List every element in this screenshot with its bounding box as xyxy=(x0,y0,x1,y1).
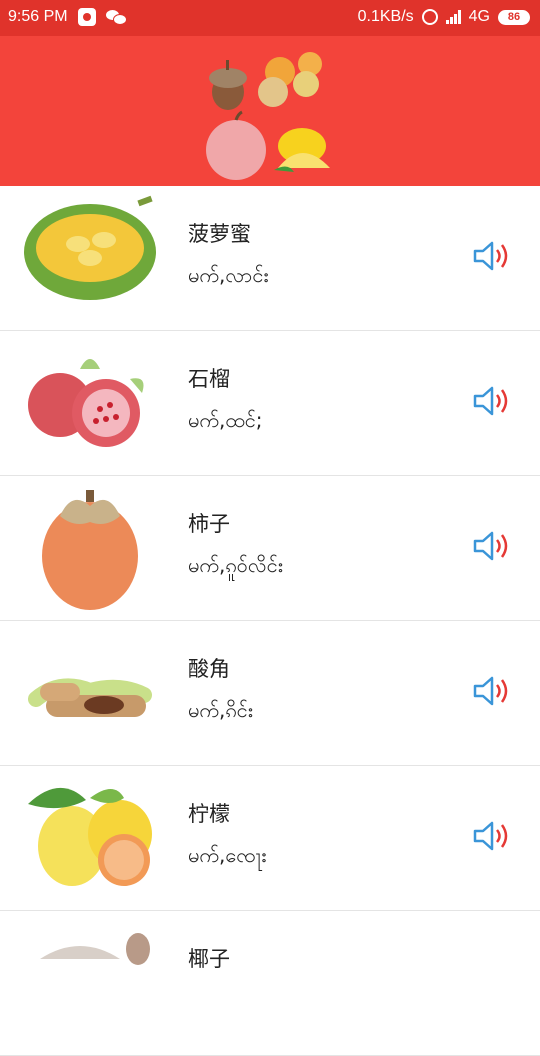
network-speed: 0.1KB/s xyxy=(357,8,414,25)
persimmon-image xyxy=(42,490,138,610)
alarm-icon xyxy=(421,9,438,25)
list-item[interactable]: 酸角 မက်,ၵိင်း xyxy=(0,621,540,766)
jackfruit-image xyxy=(24,195,156,300)
battery-icon: 86 xyxy=(498,9,530,25)
burmese-name: မက်,ထင်; xyxy=(188,408,263,432)
lemon-image xyxy=(28,787,152,886)
signal-icon xyxy=(445,10,461,24)
list-item[interactable]: 柠檬 မက်,ၸေႃး xyxy=(0,766,540,911)
tamarind-image xyxy=(28,678,152,717)
speaker-icon[interactable] xyxy=(472,385,512,417)
list-item[interactable]: 石榴 မက်,ထင်; xyxy=(0,331,540,476)
camera-notification-icon xyxy=(77,8,96,26)
list-item[interactable]: 椰子 xyxy=(0,911,540,1056)
chinese-name: 石榴 xyxy=(188,367,230,391)
status-time: 9:56 PM xyxy=(8,8,68,25)
speaker-icon[interactable] xyxy=(472,820,512,852)
fruits-collage-image xyxy=(206,52,330,180)
status-bar: 9:56 PM 0.1KB/s 4G 86 xyxy=(0,0,540,36)
wechat-notification-icon xyxy=(105,9,127,25)
speaker-icon[interactable] xyxy=(472,240,512,272)
chinese-name: 酸角 xyxy=(188,657,230,681)
speaker-icon[interactable] xyxy=(472,675,512,707)
burmese-name: မက်,ၵူဝ်လိင်း xyxy=(188,553,283,577)
list-item[interactable]: 菠萝蜜 မက်,လာင်း xyxy=(0,186,540,331)
pomegranate-image xyxy=(28,359,144,447)
list-item[interactable]: 柿子 မက်,ၵူဝ်လိင်း xyxy=(0,476,540,621)
burmese-name: မက်,လာင်း xyxy=(188,263,269,287)
chinese-name: 柿子 xyxy=(188,512,230,536)
chinese-name: 菠萝蜜 xyxy=(188,222,251,246)
burmese-name: မက်,ၵိင်း xyxy=(188,698,253,722)
burmese-name: မက်,ၸေႃး xyxy=(188,843,267,867)
coconut-image xyxy=(40,933,150,965)
speaker-icon[interactable] xyxy=(472,530,512,562)
header-banner xyxy=(0,36,540,186)
chinese-name: 椰子 xyxy=(188,947,230,971)
fruit-list: 菠萝蜜 မက်,လာင်း 石榴 မက်,ထင်; 柿子 မက်,ၵူဝ်လိင… xyxy=(0,186,540,1056)
chinese-name: 柠檬 xyxy=(188,802,230,826)
network-type: 4G xyxy=(468,8,490,25)
